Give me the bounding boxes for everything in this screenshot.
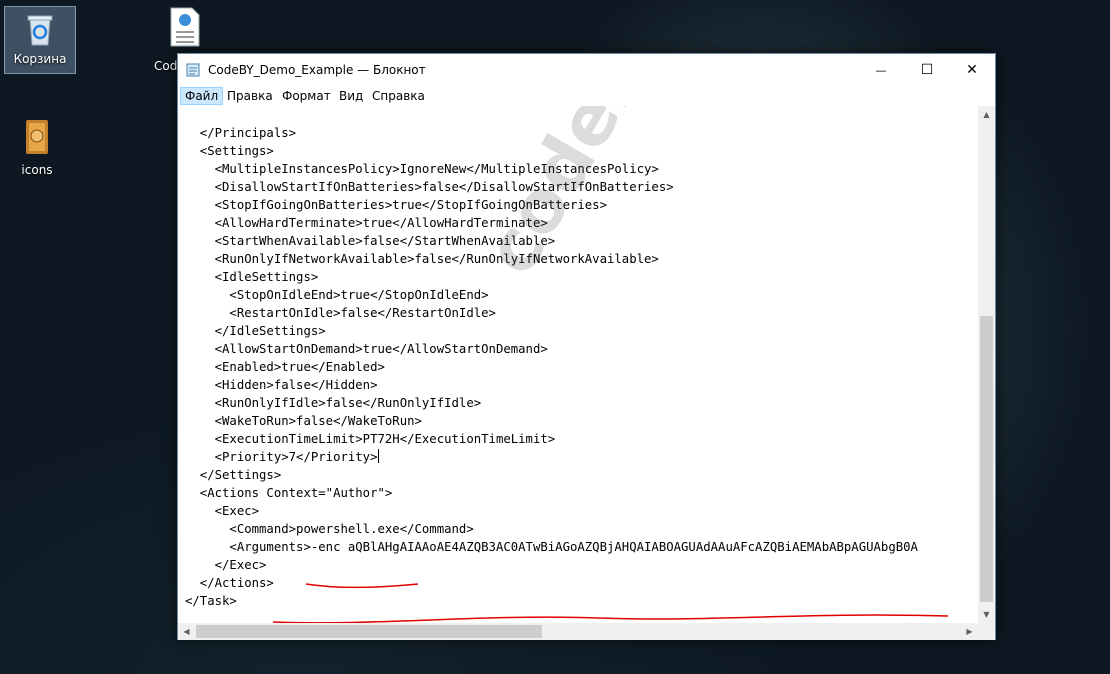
menu-help-label: Справка [372,89,425,103]
scroll-down-icon[interactable]: ▼ [978,606,995,623]
menu-file-label: Файл [185,89,219,103]
horizontal-scroll-thumb[interactable] [196,625,542,638]
text-line: </Task> [185,594,237,608]
desktop-icon-recycle-bin[interactable]: Корзина [4,6,76,74]
menu-edit[interactable]: Правка [223,88,277,104]
folder-icon [26,120,48,154]
text-editor[interactable]: </Principals> <Settings> <MultipleInstan… [178,106,977,623]
desktop-icon-label: Корзина [13,52,67,66]
text-line: <StopOnIdleEnd>true</StopOnIdleEnd> [185,288,489,302]
text-line: <AllowHardTerminate>true</AllowHardTermi… [185,216,548,230]
close-icon: ✕ [966,62,978,78]
text-line: </IdleSettings> [185,324,326,338]
text-line: <Command>powershell.exe</Command> [185,522,474,536]
scroll-right-icon[interactable]: ▶ [961,623,978,640]
close-button[interactable]: ✕ [949,54,995,86]
minimize-button[interactable]: — [858,54,904,86]
text-line: </Principals> [185,126,297,140]
title-bar[interactable]: CodeBY_Demo_Example — Блокнот — ☐ ✕ [178,54,995,86]
scroll-left-icon[interactable]: ◀ [178,623,195,640]
text-line: <Arguments>-enc aQBlAHgAIAAoAE4AZQB3AC0A… [185,540,918,554]
notepad-icon [186,63,200,77]
desktop-icon-label: icons [21,163,53,177]
maximize-icon: ☐ [920,62,934,78]
text-line: <Actions Context="Author"> [185,486,393,500]
vertical-scroll-thumb[interactable] [980,316,993,602]
menu-help[interactable]: Справка [368,88,429,104]
text-line: <WakeToRun>false</WakeToRun> [185,414,422,428]
document-text: </Principals> <Settings> <MultipleInstan… [185,124,918,610]
text-line: <StartWhenAvailable>false</StartWhenAvai… [185,234,556,248]
recycle-bin-icon [27,15,53,46]
text-line: <AllowStartOnDemand>true</AllowStartOnDe… [185,342,548,356]
scroll-up-icon[interactable]: ▲ [978,106,995,123]
text-line: <StopIfGoingOnBatteries>true</StopIfGoin… [185,198,607,212]
text-line: <Hidden>false</Hidden> [185,378,378,392]
text-line: <IdleSettings> [185,270,319,284]
text-line: <ExecutionTimeLimit>PT72H</ExecutionTime… [185,432,556,446]
menu-view-label: Вид [339,89,364,103]
menu-format-label: Формат [282,89,331,103]
menu-view[interactable]: Вид [335,88,367,104]
text-line: <Priority>7</Priority> [185,449,379,464]
text-line: <RunOnlyIfNetworkAvailable>false</RunOnl… [185,252,659,266]
text-line: <Exec> [185,504,260,518]
text-line: <Enabled>true</Enabled> [185,360,385,374]
window-title: CodeBY_Demo_Example — Блокнот [208,63,426,77]
scrollbar-corner [978,623,995,640]
desktop-icon-folder[interactable]: icons [2,116,72,180]
minimize-icon: — [875,63,887,77]
document-icon [170,7,200,47]
text-line: <MultipleInstancesPolicy>IgnoreNew</Mult… [185,162,659,176]
menu-edit-label: Правка [227,89,273,103]
text-line: </Settings> [185,468,282,482]
vertical-scrollbar[interactable]: ▲ ▼ [978,106,995,623]
text-line: </Actions> [185,576,274,590]
menu-format[interactable]: Формат [278,88,335,104]
text-line: <RestartOnIdle>false</RestartOnIdle> [185,306,496,320]
text-caret [377,449,379,463]
menu-file[interactable]: Файл [180,87,224,105]
text-line: <DisallowStartIfOnBatteries>false</Disal… [185,180,674,194]
text-line: <RunOnlyIfIdle>false</RunOnlyIfIdle> [185,396,482,410]
notepad-window: CodeBY_Demo_Example — Блокнот — ☐ ✕ Файл… [177,53,996,640]
text-line: </Exec> [185,558,267,572]
menu-bar: Файл Правка Формат Вид Справка [178,86,995,106]
horizontal-scrollbar[interactable]: ◀ ▶ [178,623,978,640]
text-line: <Settings> [185,144,274,158]
maximize-button[interactable]: ☐ [904,54,950,86]
